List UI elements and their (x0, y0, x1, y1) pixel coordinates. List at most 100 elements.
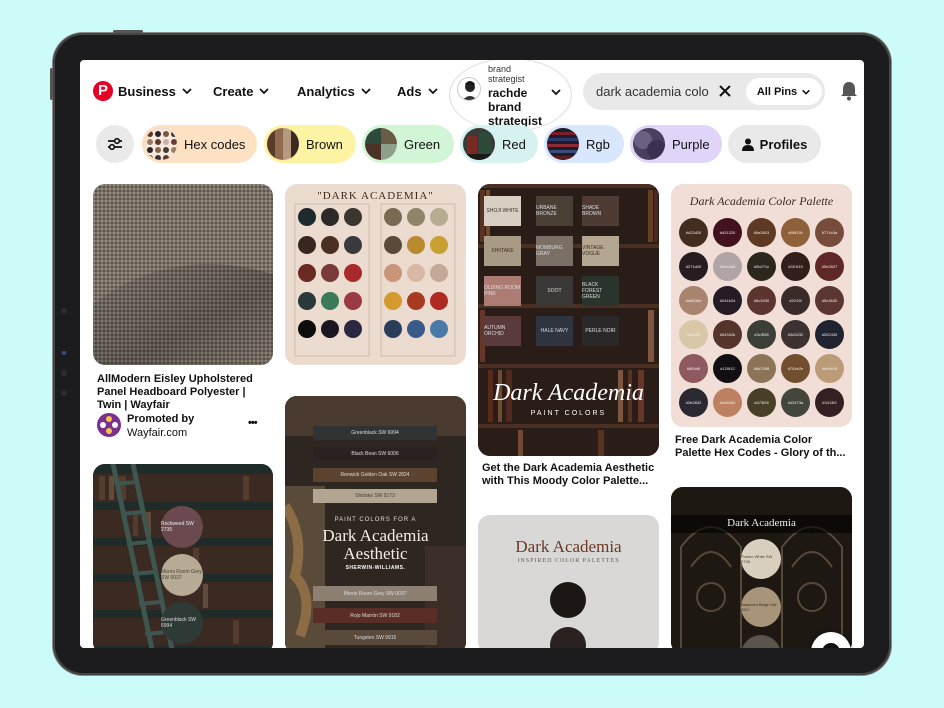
pin-heading: Dark Academia Color Palette (689, 194, 834, 208)
paint-swatch: SHADE BROWN (582, 196, 619, 226)
nav-business[interactable]: Business (118, 81, 193, 101)
search-scope-dropdown[interactable]: All Pins (746, 78, 822, 105)
pin-title[interactable]: Get the Dark Academia Aesthetic with Thi… (482, 462, 656, 488)
hex-swatch: #5c3630 (815, 286, 844, 315)
hex-swatch: #271d20 (679, 252, 708, 281)
camera-dot (61, 390, 67, 396)
nav-analytics[interactable]: Analytics (297, 81, 372, 101)
pin-title[interactable]: Free Dark Academia Color Palette Hex Cod… (675, 434, 849, 460)
question-icon (822, 643, 840, 648)
pin-image (93, 184, 273, 365)
advertiser-name[interactable]: Wayfair.com (127, 427, 187, 439)
paint-swatch: AUTUMN ORCHID (484, 316, 521, 346)
chevron-down-icon[interactable] (550, 86, 562, 98)
chip-label: Hex codes (184, 136, 246, 152)
filter-chip-profiles[interactable]: Profiles (728, 125, 821, 163)
chip-label: Purple (672, 136, 710, 152)
swatch-label: Rockweed SW 2735 (161, 521, 194, 533)
pin-heading: Dark Academia (727, 517, 796, 529)
paint-chip: Morris Room Grey SW 0037 (313, 586, 437, 601)
hex-swatch: #120f12 (713, 354, 742, 383)
swatch-label: Morris Room Grey SW 0037 (161, 569, 202, 581)
paint-swatch: HALE NAVY (536, 316, 573, 346)
pin-hex-palette[interactable]: Dark Academia Color Palette #422d20 #4212… (671, 184, 852, 427)
pin-fabric[interactable] (93, 184, 273, 365)
chip-label: Rgb (586, 136, 610, 152)
chip-thumbnail (145, 128, 177, 160)
clear-search-icon[interactable] (718, 84, 732, 98)
search-scope-label: All Pins (756, 85, 798, 98)
hex-swatch: #5e2827 (815, 252, 844, 281)
pin-inspired-palettes[interactable]: Dark Academia INSPIRED COLOR PALETTES (478, 515, 659, 648)
chip-thumbnail (547, 128, 579, 160)
account-name: rachde brand strategist (488, 86, 543, 128)
color-swatch (550, 582, 586, 618)
pinterest-logo-icon[interactable]: P (93, 81, 113, 101)
hex-swatch: #421220 (713, 218, 742, 247)
camera-dot (61, 370, 67, 376)
hex-swatch: #241b24 (713, 286, 742, 315)
hex-swatch: #bd8060 (713, 388, 742, 417)
hex-swatch: #704e2e (781, 354, 810, 383)
volume-button (50, 68, 53, 100)
pin-subtitle: INSPIRED COLOR PALETTES (517, 558, 620, 564)
advertiser-avatar[interactable] (97, 413, 121, 437)
search-bar[interactable]: dark academia colo All Pins (583, 73, 825, 110)
color-grid (294, 203, 456, 357)
filter-chip-purple[interactable]: Purple (630, 125, 722, 163)
paint-chip: Black Bean SW 6006 (313, 447, 437, 461)
pin-subtitle: PAINT COLORS FOR A (334, 517, 417, 523)
nav-label: Analytics (297, 83, 355, 99)
person-icon (741, 138, 754, 151)
paint-chip: Greenblack SW 6994 (313, 426, 437, 440)
help-button[interactable] (811, 632, 851, 648)
paint-swatch: SHOJI WHITE (484, 196, 521, 226)
paint-swatch: SHIITAKE (484, 236, 521, 266)
chip-label: Brown (306, 136, 343, 152)
hex-swatch: #2b2832 (679, 388, 708, 417)
notifications-bell-icon[interactable] (840, 81, 858, 101)
chip-label: Profiles (759, 136, 808, 152)
camera-dot (61, 308, 67, 314)
hex-swatch: #dbd50 (679, 320, 708, 349)
chip-thumbnail (463, 128, 495, 160)
chevron-down-icon (802, 89, 811, 95)
hex-swatch: #422d20 (679, 218, 708, 247)
nav-create[interactable]: Create (213, 81, 270, 101)
hex-swatch: #3d3232 (781, 320, 810, 349)
hex-swatch: #321f19 (781, 252, 810, 281)
search-input[interactable]: dark academia colo (596, 84, 711, 99)
filter-chip-rgb[interactable]: Rgb (544, 125, 624, 163)
filter-chip-hex-codes[interactable]: Hex codes (142, 125, 257, 163)
hex-swatch: #473f26 (747, 388, 776, 417)
filter-chip-brown[interactable]: Brown (264, 125, 356, 163)
nav-label: Ads (397, 83, 422, 99)
sensor-dot (62, 351, 66, 355)
hex-swatch: #2b271c (747, 252, 776, 281)
pin-sherwin-williams[interactable]: Greenblack SW 6994 Black Bean SW 6006 Re… (285, 396, 466, 648)
filter-chip-red[interactable]: Red (460, 125, 538, 163)
account-subtitle: brand strategist (488, 64, 525, 84)
paint-chip: Tungsten SW 9915 (313, 630, 437, 645)
pin-chapel[interactable]: Dark Academia Pueblo White SW 2738 Balan… (671, 487, 852, 648)
swatch-label: Greenblack SW 6994 (161, 617, 197, 629)
filters-button[interactable] (96, 125, 134, 163)
more-options-icon[interactable]: ••• (248, 417, 258, 429)
chip-thumbnail (267, 128, 299, 160)
hex-swatch: #a8836d (679, 286, 708, 315)
hex-swatch: #43473a (781, 388, 810, 417)
hex-swatch: #5e3923 (747, 218, 776, 247)
avatar (457, 77, 481, 101)
nav-ads[interactable]: Ads (397, 81, 439, 101)
paint-chip: Shiitake SW 9173 (313, 489, 437, 503)
filter-chip-green[interactable]: Green (362, 125, 454, 163)
pin-title[interactable]: AllModern Eisley Upholstered Panel Headb… (97, 373, 269, 412)
sliders-icon (108, 137, 122, 151)
paint-chip: Renwick Golden Oak SW 2824 (313, 468, 437, 482)
paint-chip: Rojo Marrón SW 9182 (313, 608, 437, 623)
hex-swatch: #b0a4a5 (713, 252, 742, 281)
chip-thumbnail (365, 128, 397, 160)
pin-dark-academia-chart[interactable]: "DARK ACADEMIA" (285, 184, 466, 365)
pin-dark-academia-paint-colors[interactable]: SHOJI WHITE URBANE BRONZE SHADE BROWN SH… (478, 184, 659, 456)
pin-library-ladder[interactable]: Rockweed SW 2735 Morris Room Grey SW 003… (93, 464, 273, 648)
